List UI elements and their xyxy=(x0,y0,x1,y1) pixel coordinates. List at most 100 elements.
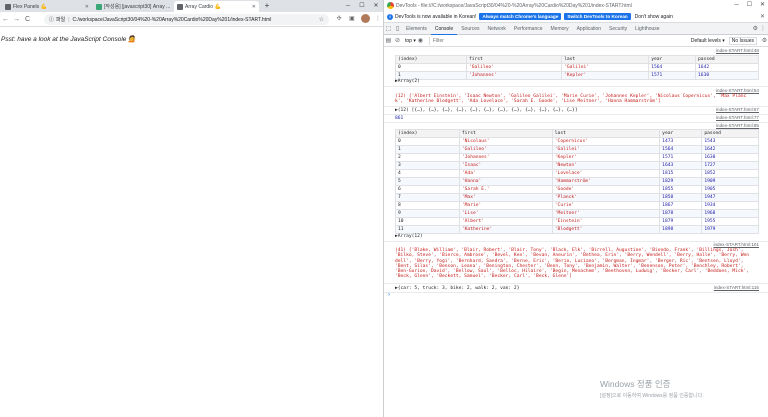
maximize-icon[interactable]: ☐ xyxy=(355,0,369,12)
avatar xyxy=(360,14,370,23)
console-table-2: (index) first last year passed 0 'Nicolaus' 'C… xyxy=(395,129,759,234)
close-tab-icon[interactable]: ✕ xyxy=(85,4,89,10)
table-row: 11 'Katherine' 'Blodgett' 1898 1979 xyxy=(395,225,759,234)
log-entry-sorted-people[interactable]: (41) ['Blake, William', 'Blair, Robert',… xyxy=(395,248,751,280)
table-cell: 1643 xyxy=(659,161,703,170)
profile-avatar[interactable] xyxy=(360,14,370,25)
table-cell: 'Galilei' xyxy=(561,63,650,72)
log-levels-dropdown[interactable]: Default levels ▾ xyxy=(691,38,725,44)
table-cell: 1934 xyxy=(701,201,759,210)
tab-performance[interactable]: Performance xyxy=(510,23,547,35)
source-link[interactable]: index-START.html:85 xyxy=(716,123,759,128)
devtools-panel-tabs: ⬚ ▯ Elements Console Sources Network Per… xyxy=(384,23,768,35)
table-cell: 6 xyxy=(395,185,460,194)
close-tab-icon[interactable]: ✕ xyxy=(172,4,173,10)
log-entry-objects[interactable]: ▶(12) [{…}, {…}, {…}, {…}, {…}, {…}, {…}… xyxy=(395,108,751,113)
page-hint-text: Psst: have a look at the JavaScript Cons… xyxy=(1,36,137,43)
minimize-icon[interactable]: ─ xyxy=(730,0,743,11)
extensions-puzzle-icon[interactable]: ✣ xyxy=(334,14,344,25)
table-cell: 0 xyxy=(395,63,467,72)
tab-network[interactable]: Network xyxy=(484,23,510,35)
table-row: 2 'Johannes' 'Kepler' 1571 1630 xyxy=(395,153,759,162)
source-link[interactable]: index-START.html:48 xyxy=(716,48,759,53)
table-header-cell[interactable]: (index) xyxy=(395,129,460,138)
table-header-cell[interactable]: first xyxy=(465,55,563,64)
table-cell: 1727 xyxy=(701,161,759,170)
source-link[interactable]: index-START.html:101 xyxy=(713,242,759,247)
table-header-cell[interactable]: year xyxy=(648,55,697,64)
table-row: 7 'Max' 'Planck' 1858 1947 xyxy=(395,193,759,202)
log-text: (12) ['Albert Einstein', 'Isaac Newton',… xyxy=(395,94,747,105)
tab-console[interactable]: Console xyxy=(430,23,458,35)
info-icon[interactable]: ⓘ xyxy=(49,16,54,23)
more-options-icon[interactable]: ⋮ xyxy=(760,25,766,32)
tab-memory[interactable]: Memory xyxy=(547,23,573,35)
forward-button[interactable]: → xyxy=(11,14,22,25)
context-selector[interactable]: top ▾ xyxy=(405,38,416,44)
table-cell: 0 xyxy=(395,137,460,146)
browser-tab-array-cardio[interactable]: Array Cardio 💪 ✕ xyxy=(174,1,259,12)
minimize-icon[interactable]: ─ xyxy=(341,0,355,12)
notion-favicon-icon xyxy=(96,3,102,10)
browser-tab-notion[interactable]: [작성용] [javascript30] Array ... ✕ xyxy=(93,1,173,12)
table-cell: 1642 xyxy=(701,145,759,154)
console-prompt[interactable]: › xyxy=(388,292,390,298)
source-link[interactable]: index-START.html:54 xyxy=(716,88,759,93)
table-cell: 'Newton' xyxy=(551,161,661,170)
always-match-language-button[interactable]: Always match Chrome's language xyxy=(479,13,562,20)
table-header-cell[interactable]: last xyxy=(551,129,661,138)
tab-sources[interactable]: Sources xyxy=(457,23,483,35)
console-settings-gear-icon[interactable]: ⚙ xyxy=(760,37,768,44)
watermark-subtitle: [설정]으로 이동하여 Windows를 정품 인증합니다. xyxy=(600,393,704,399)
dont-show-again-button[interactable]: Don't show again xyxy=(635,14,673,20)
table-cell: 1879 xyxy=(659,217,703,226)
log-divider xyxy=(384,283,768,284)
chrome-logo-icon xyxy=(387,2,394,9)
log-entry-names[interactable]: (12) ['Albert Einstein', 'Isaac Newton',… xyxy=(395,94,751,105)
table-cell: 'Hammarström' xyxy=(551,177,661,186)
table-header-cell[interactable]: first xyxy=(458,129,553,138)
table-header-cell[interactable]: passed xyxy=(695,55,759,64)
reload-button[interactable]: C xyxy=(22,14,33,25)
browser-tab-flex-panels[interactable]: Flex Panels 💪 ✕ xyxy=(2,1,92,12)
table-row: 8 'Marie' 'Curie' 1867 1934 xyxy=(395,201,759,210)
table-header-cell[interactable]: last xyxy=(561,55,650,64)
log-entry-transport-count[interactable]: ▶{car: 5, truck: 3, bike: 2, walk: 2, va… xyxy=(395,286,751,291)
array-toggle[interactable]: ▶Array(2) xyxy=(395,79,751,84)
sidebar-toggle-icon[interactable]: ▤ xyxy=(384,37,393,44)
table-row: 0 'Galileo' 'Galilei' 1564 1642 xyxy=(395,63,759,72)
table-cell: 'Curie' xyxy=(551,201,661,210)
table-header-cell[interactable]: year xyxy=(659,129,703,138)
table-header-cell[interactable]: (index) xyxy=(395,55,467,64)
maximize-icon[interactable]: ☐ xyxy=(743,0,756,11)
bookmark-star-icon[interactable]: ☆ xyxy=(319,16,324,23)
tab-application[interactable]: Application xyxy=(573,23,605,35)
menu-kebab-icon[interactable]: ⋮ xyxy=(373,14,383,25)
switch-to-korean-button[interactable]: Switch DevTools to Korean xyxy=(564,13,631,20)
tab-search-icon[interactable]: ▣ xyxy=(347,14,357,25)
tab-elements[interactable]: Elements xyxy=(402,23,431,35)
table-header-cell[interactable]: passed xyxy=(701,129,759,138)
address-bar[interactable]: ⓘ 파일 | C:/workspace/JavaScript30/04%20-%… xyxy=(44,14,329,25)
windows-activation-watermark: Windows 정품 인증 [설정]으로 이동하여 Windows를 정품 인증… xyxy=(600,378,704,399)
console-filter-input[interactable] xyxy=(428,36,629,45)
live-expression-eye-icon[interactable]: ◉ xyxy=(416,37,425,44)
back-button[interactable]: ← xyxy=(0,14,11,25)
close-window-icon[interactable]: ✕ xyxy=(369,0,383,12)
log-text: (41) ['Blake, William', 'Blair, Robert',… xyxy=(395,248,750,280)
tab-lighthouse[interactable]: Lighthouse xyxy=(631,23,663,35)
issues-counter[interactable]: No Issues xyxy=(728,36,757,45)
settings-gear-icon[interactable]: ⚙ xyxy=(753,25,758,32)
close-window-icon[interactable]: ✕ xyxy=(756,0,768,11)
close-tab-icon[interactable]: ✕ xyxy=(252,4,256,10)
device-toolbar-icon[interactable]: ▯ xyxy=(393,25,402,32)
table-cell: 5 xyxy=(395,177,460,186)
table-cell: 'Goode' xyxy=(551,185,661,194)
array-toggle[interactable]: ▶Array(12) xyxy=(395,234,751,239)
new-tab-button[interactable]: + xyxy=(262,1,272,11)
table-cell: 1905 xyxy=(701,185,759,194)
tab-security[interactable]: Security xyxy=(605,23,631,35)
clear-console-icon[interactable]: ⊘ xyxy=(393,37,402,44)
close-infobar-icon[interactable]: ✕ xyxy=(760,13,765,20)
inspect-element-icon[interactable]: ⬚ xyxy=(384,25,393,32)
